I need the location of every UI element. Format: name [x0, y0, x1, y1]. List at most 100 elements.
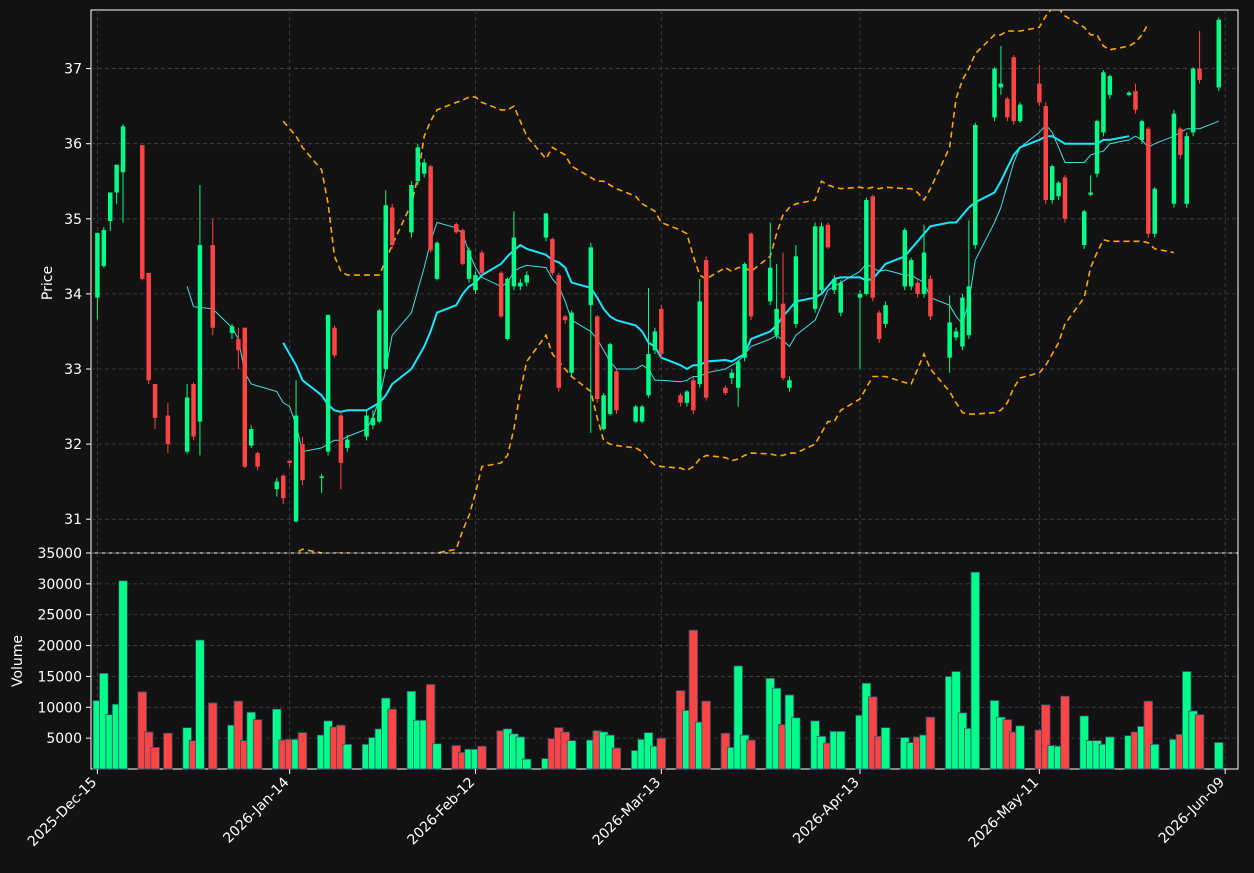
- candle-body: [703, 260, 709, 398]
- candle: [498, 271, 504, 318]
- candle-body: [389, 207, 395, 246]
- candle: [428, 164, 433, 253]
- candle: [569, 310, 574, 377]
- price-tick-label: 33: [64, 362, 82, 378]
- candle-body: [921, 252, 927, 294]
- candle: [460, 228, 465, 266]
- candle: [1184, 132, 1189, 208]
- volume-bar: [1149, 743, 1160, 770]
- candle: [409, 181, 414, 238]
- candle: [633, 405, 638, 424]
- candle-body: [883, 305, 888, 324]
- candle: [908, 257, 914, 291]
- candle-body: [562, 316, 568, 321]
- candle-body: [428, 166, 433, 251]
- candle-body: [639, 406, 645, 422]
- candle-body: [1197, 68, 1202, 80]
- volume-bar: [1105, 736, 1115, 770]
- candle: [1049, 164, 1055, 204]
- candle: [1190, 67, 1196, 137]
- candle-body: [678, 395, 683, 403]
- candle-body: [1152, 188, 1157, 234]
- candle: [415, 143, 421, 185]
- candle-body: [767, 267, 773, 302]
- candle-body: [377, 310, 382, 422]
- candle-body: [998, 83, 1004, 88]
- candle-body: [864, 200, 869, 294]
- volume-tick-label: 25000: [37, 608, 82, 624]
- candle-body: [697, 301, 702, 385]
- candle: [479, 250, 485, 276]
- candle-body: [236, 338, 241, 351]
- volume-bar: [195, 639, 205, 770]
- candle-body: [780, 303, 786, 379]
- price-tick-label: 35: [64, 212, 82, 228]
- candle: [614, 368, 619, 415]
- candle-body: [1139, 121, 1145, 140]
- candle-body: [293, 415, 299, 522]
- candle: [146, 272, 151, 385]
- candle: [1178, 127, 1183, 159]
- candle: [659, 305, 664, 358]
- volume-bar: [477, 745, 487, 770]
- candle-body: [274, 481, 280, 490]
- candle-body: [659, 308, 664, 354]
- candle: [454, 222, 459, 234]
- candle: [864, 197, 869, 296]
- candle-body: [1081, 211, 1087, 246]
- volume-axis-label: Volume: [10, 635, 26, 687]
- candle-body: [140, 145, 145, 279]
- candle: [1062, 175, 1068, 223]
- candle-body: [960, 297, 965, 347]
- volume-bar: [208, 702, 218, 770]
- candle: [838, 280, 843, 317]
- candle-body: [857, 293, 863, 298]
- candle-body: [1088, 192, 1093, 195]
- candle-body: [1184, 136, 1189, 204]
- volume-bar: [746, 739, 756, 770]
- candle-body: [242, 327, 248, 467]
- candle-body: [1005, 98, 1010, 118]
- candle-body: [1062, 177, 1068, 219]
- candle: [466, 247, 472, 283]
- candle-body: [812, 226, 818, 309]
- candle-body: [614, 371, 619, 411]
- volume-bar: [835, 730, 846, 770]
- candle-body: [95, 233, 100, 298]
- candle-body: [1094, 121, 1100, 174]
- candle-body: [197, 245, 203, 422]
- candle-body: [1133, 91, 1138, 110]
- candle-body: [466, 250, 472, 279]
- candle-body: [210, 245, 215, 328]
- candle: [652, 327, 658, 354]
- candle-body: [742, 263, 747, 358]
- candlestick-chart: 31 32 33 34 35 36 37 Price 5000 10000 15000 20000…: [0, 0, 1254, 873]
- candle-body: [1011, 57, 1016, 122]
- candle: [556, 272, 562, 392]
- candle-body: [691, 380, 696, 411]
- candle: [191, 382, 196, 441]
- volume-tick-label: 15000: [37, 669, 82, 685]
- candle-body: [1190, 68, 1196, 133]
- candle-body: [819, 226, 824, 291]
- candle-body: [454, 224, 459, 233]
- candle: [1081, 209, 1087, 249]
- candle: [1017, 102, 1023, 123]
- candle-body: [1107, 76, 1113, 95]
- candle-body: [255, 453, 260, 467]
- candle: [389, 203, 395, 249]
- candle-body: [569, 312, 574, 373]
- candle: [825, 222, 831, 249]
- candle-body: [838, 282, 843, 313]
- candle-body: [953, 331, 959, 338]
- volume-bar: [1214, 742, 1224, 770]
- candle-body: [1043, 106, 1049, 201]
- price-tick-label: 37: [64, 62, 82, 78]
- candle-body: [870, 196, 875, 298]
- candle: [748, 232, 754, 321]
- candle-body: [479, 252, 485, 273]
- candle: [1043, 102, 1049, 204]
- price-tick-label: 31: [64, 512, 82, 528]
- candle-body: [876, 312, 882, 339]
- candle: [1171, 109, 1177, 208]
